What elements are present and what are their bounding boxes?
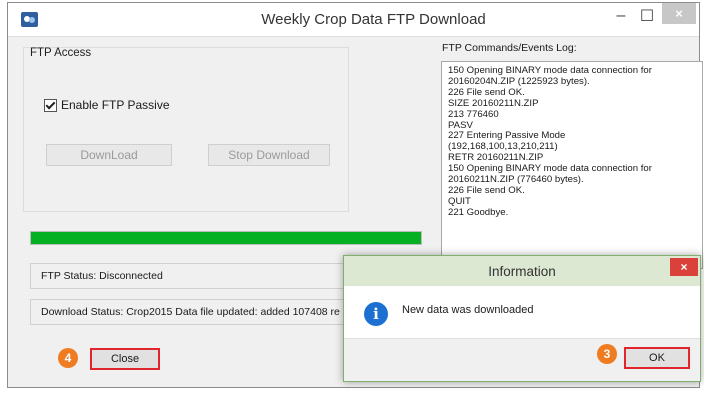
title-bar[interactable]: Weekly Crop Data FTP Download – ☐ × — [8, 3, 699, 37]
enable-passive-label[interactable]: Enable FTP Passive — [61, 98, 170, 112]
log-line: 221 Goodbye. — [448, 206, 509, 218]
ok-button[interactable]: OK — [624, 347, 690, 369]
log-line: 213 776460 — [448, 108, 499, 120]
minimize-button[interactable]: – — [607, 5, 635, 27]
download-progress-bar — [30, 231, 422, 245]
close-button[interactable]: Close — [90, 348, 160, 370]
ftp-status-box: FTP Status: Disconnected — [30, 263, 360, 289]
info-icon: i — [364, 302, 388, 326]
ftp-log[interactable]: 150 Opening BINARY mode data connection … — [441, 61, 703, 269]
ftp-status-text: FTP Status: Disconnected — [41, 270, 163, 282]
ftp-access-group: FTP Access Enable FTP Passive DownLoad S… — [23, 47, 349, 212]
enable-passive-row[interactable]: Enable FTP Passive — [44, 98, 170, 112]
download-status-text: Download Status: Crop2015 Data file upda… — [41, 306, 340, 318]
window-close-button[interactable]: × — [662, 3, 696, 24]
ftp-access-label: FTP Access — [30, 47, 92, 59]
enable-passive-checkbox[interactable] — [44, 98, 57, 112]
step-badge-4: 4 — [58, 348, 78, 368]
stop-download-button[interactable]: Stop Download — [208, 144, 330, 166]
information-dialog: Information × i New data was downloaded … — [343, 255, 701, 382]
step-badge-3: 3 — [597, 344, 617, 364]
log-label: FTP Commands/Events Log: — [442, 42, 577, 54]
progress-fill — [31, 232, 421, 244]
log-line: SIZE 20160211N.ZIP — [448, 97, 539, 109]
dialog-footer: OK — [344, 338, 700, 381]
dialog-message: New data was downloaded — [402, 304, 534, 316]
dialog-title-bar[interactable]: Information × — [344, 256, 700, 286]
dialog-close-button[interactable]: × — [670, 258, 698, 276]
window-title: Weekly Crop Data FTP Download — [261, 11, 486, 28]
download-button[interactable]: DownLoad — [46, 144, 172, 166]
log-line: 226 File send OK. — [448, 184, 525, 196]
dialog-title: Information — [488, 263, 556, 279]
maximize-button[interactable]: ☐ — [633, 5, 661, 27]
download-status-box: Download Status: Crop2015 Data file upda… — [30, 299, 360, 325]
